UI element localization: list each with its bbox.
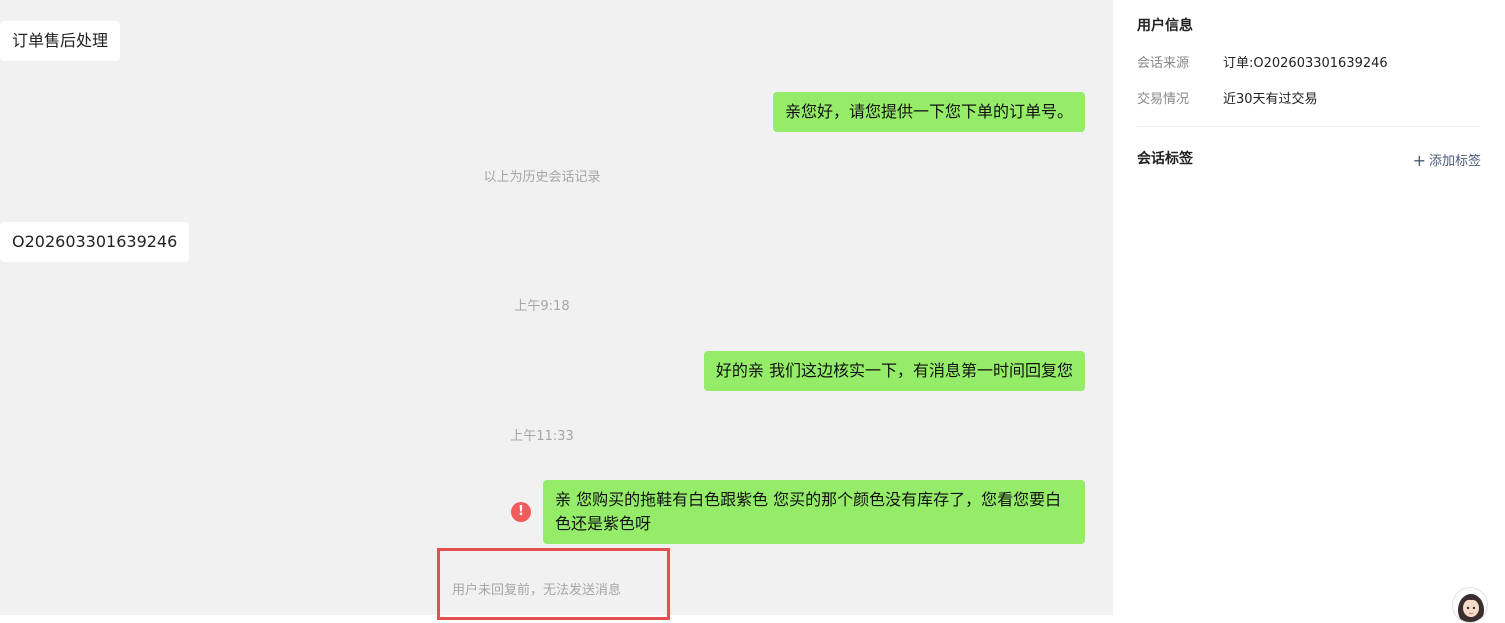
received-message: 订单售后处理 xyxy=(0,21,121,61)
avatar[interactable] xyxy=(1452,587,1488,623)
alert-circle-icon[interactable]: ! xyxy=(511,502,531,522)
message-timestamp: 上午11:33 xyxy=(510,429,574,444)
panel-divider xyxy=(1137,126,1480,127)
session-source-label: 会话来源 xyxy=(1137,56,1190,71)
session-tags-title: 会话标签 xyxy=(1137,151,1193,167)
avatar-image xyxy=(1458,594,1484,622)
send-disabled-text: 用户未回复前，无法发送消息 xyxy=(452,583,622,598)
add-tag-label: 添加标签 xyxy=(1428,154,1481,169)
user-info-title: 用户信息 xyxy=(1137,18,1193,34)
plus-icon: + xyxy=(1412,151,1426,170)
message-timestamp: 上午9:18 xyxy=(514,299,570,314)
sent-message: 亲 您购买的拖鞋有白色跟紫色 您买的那个颜色没有库存了，您看您要白色还是紫色呀 xyxy=(543,480,1085,544)
history-divider-text: 以上为历史会话记录 xyxy=(483,170,601,185)
user-info-panel: 用户信息 会话来源 订单:O202603301639246 交易情况 近30天有… xyxy=(1113,0,1505,623)
send-disabled-notice: 用户未回复前，无法发送消息 xyxy=(437,548,670,620)
chat-area[interactable]: 订单售后处理 亲您好，请您提供一下您下单的订单号。 以上为历史会话记录 O202… xyxy=(0,0,1113,620)
trade-status-label: 交易情况 xyxy=(1137,92,1190,107)
trade-status-value: 近30天有过交易 xyxy=(1223,92,1318,107)
add-tag-button[interactable]: + 添加标签 xyxy=(1413,150,1481,170)
session-source-value: 订单:O202603301639246 xyxy=(1223,56,1388,71)
sent-message: 好的亲 我们这边核实一下，有消息第一时间回复您 xyxy=(703,351,1085,391)
sent-message: 亲您好，请您提供一下您下单的订单号。 xyxy=(772,92,1085,132)
received-message: O202603301639246 xyxy=(0,222,190,262)
